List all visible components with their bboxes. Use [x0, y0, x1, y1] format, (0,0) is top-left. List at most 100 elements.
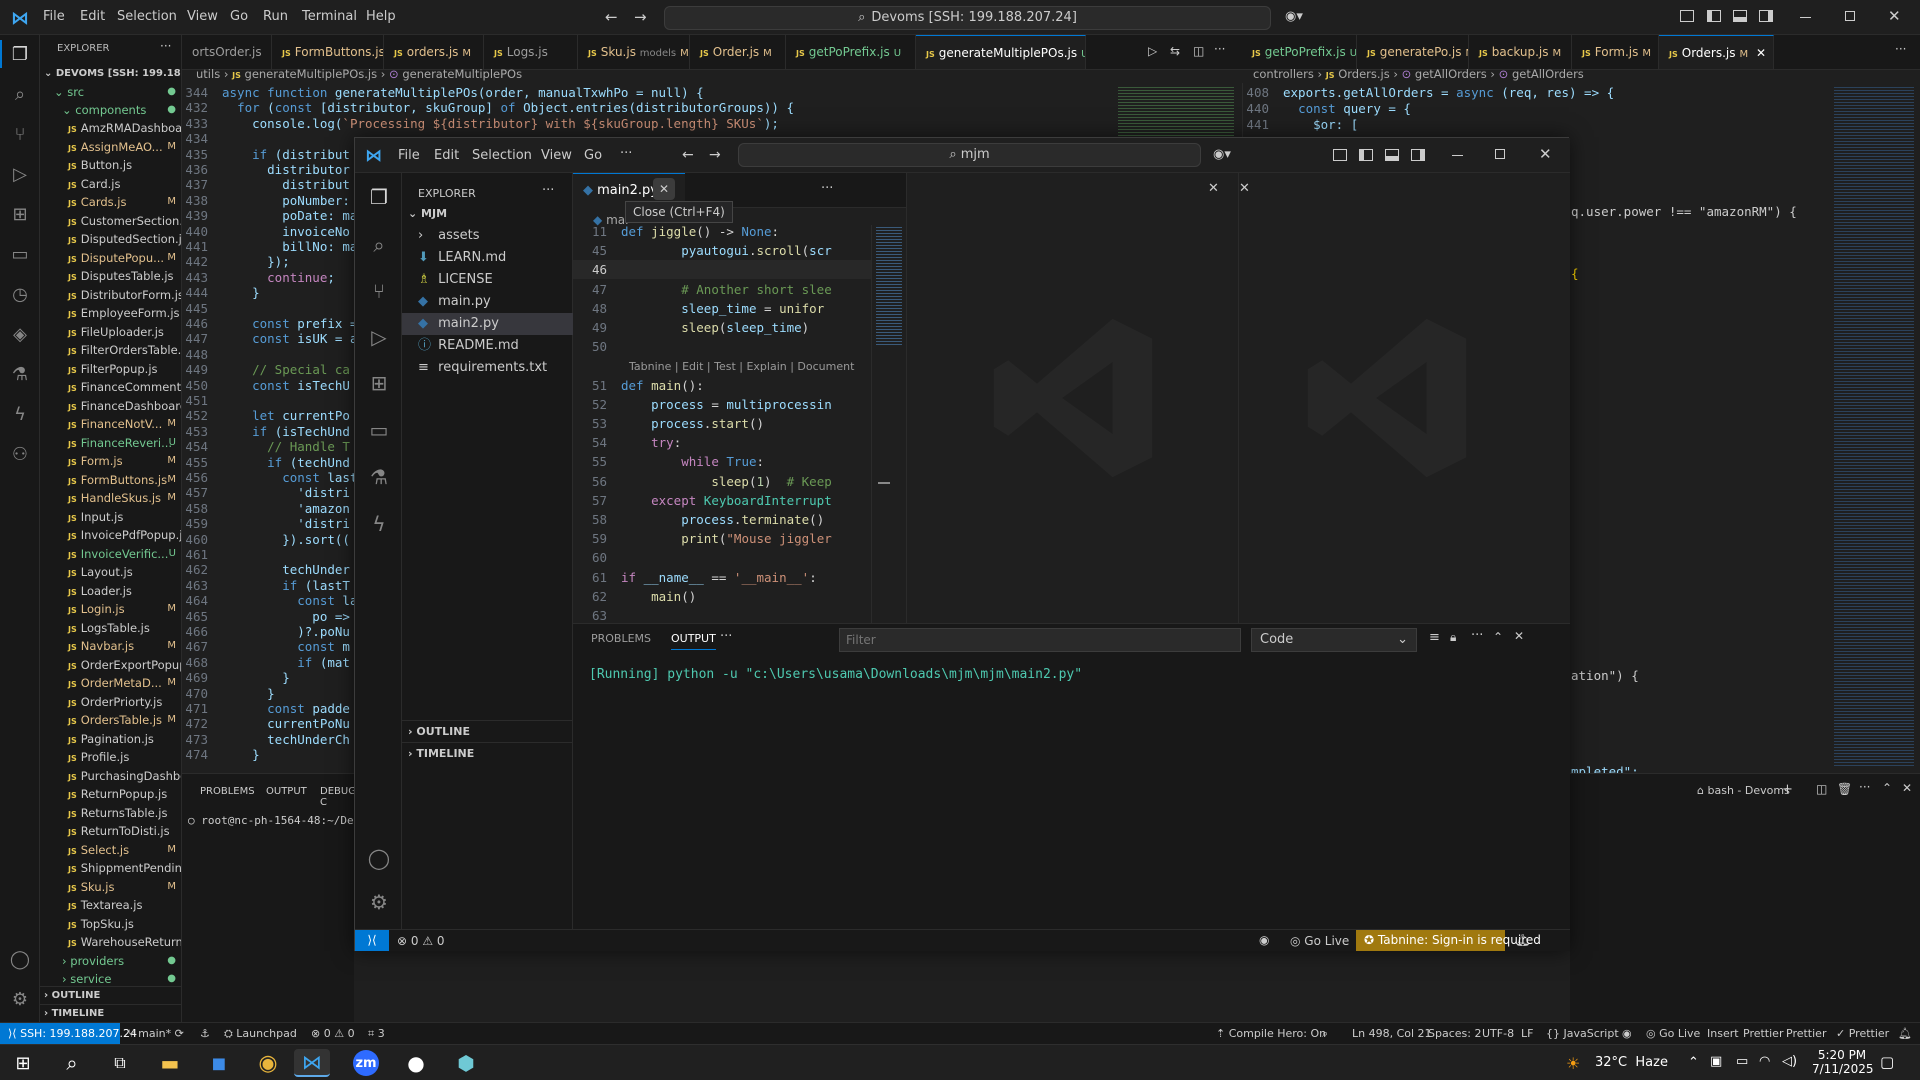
close-window-icon[interactable]: ✕ — [1888, 7, 1901, 25]
toggle-secondary-sidebar-icon[interactable] — [1759, 10, 1773, 22]
menu-selection[interactable]: Selection — [472, 148, 532, 163]
customize-layout-icon[interactable] — [1333, 149, 1347, 161]
editor-tab[interactable]: JS orders.js M — [384, 35, 484, 69]
menu-file[interactable]: File — [398, 148, 420, 163]
remote-explorer-icon[interactable]: ▭ — [365, 416, 393, 444]
more-actions-icon[interactable]: ··· — [1895, 42, 1906, 56]
editor-tab[interactable]: JS getPoPrefix.js U — [786, 35, 916, 69]
close-group-icon[interactable]: ✕ — [1208, 181, 1219, 196]
sidebar-file-item[interactable]: JS Layout.js — [40, 563, 181, 581]
maximize-icon[interactable] — [1495, 149, 1505, 159]
panel-tab-debug[interactable]: DEBUG C — [320, 786, 356, 808]
go-live[interactable]: ◎ Go Live — [1646, 1027, 1700, 1040]
sidebar-file-item[interactable]: JS InvoicePdfPopup.js — [40, 526, 181, 544]
menu-terminal[interactable]: Terminal — [302, 9, 357, 24]
sidebar-file-item[interactable]: JS InvoiceVerific... U — [40, 545, 181, 563]
sidebar-file-item[interactable]: JSShippmentPending... — [40, 859, 181, 877]
problems-count[interactable]: ⊗ 0 ⚠ 0 — [311, 1027, 355, 1040]
zoom-app-icon[interactable]: zm — [348, 1049, 384, 1077]
tray-app-icon[interactable]: ▣ — [1710, 1054, 1722, 1069]
menu-go[interactable]: Go — [584, 148, 602, 163]
encoding[interactable]: UTF-8 — [1482, 1027, 1514, 1040]
tabnine-status[interactable]: ✪ Tabnine: Sign-in is required — [1356, 930, 1541, 951]
sidebar-file-item[interactable]: JS Select.js M — [40, 841, 181, 859]
sidebar-file-item[interactable]: JS OrderMetaD... M — [40, 674, 181, 692]
sidebar-file-item[interactable]: JS ReturnToDisti.js — [40, 822, 181, 840]
sidebar-file-item[interactable]: JSOrderExportPopup.js — [40, 656, 181, 674]
notification-center-icon[interactable]: ▢ — [1880, 1053, 1894, 1071]
close-panel-icon[interactable]: ✕ — [1902, 781, 1912, 795]
prettier-3[interactable]: ✓ Prettier — [1836, 1027, 1889, 1040]
sidebar-file-item[interactable]: JS Pagination.js — [40, 730, 181, 748]
menu-go[interactable]: Go — [230, 9, 248, 24]
python-icon[interactable]: ⚇ — [6, 440, 34, 468]
go-live[interactable]: ◎ Go Live — [1290, 934, 1349, 948]
explorer-item[interactable]: ≡ requirements.txt — [402, 357, 573, 379]
settings-gear-icon[interactable]: ⚙ — [6, 985, 34, 1013]
new-terminal-icon[interactable]: + — [1782, 782, 1793, 797]
panel-tab-problems[interactable]: PROBLEMS — [200, 786, 255, 797]
sidebar-file-item[interactable]: JSFinanceDashboard.js — [40, 397, 181, 415]
sidebar-file-item[interactable]: JS Form.js M — [40, 452, 181, 470]
command-center[interactable]: ⌕ Devoms [SSH: 199.188.207.24] — [664, 6, 1271, 30]
battery-icon[interactable]: ▭ — [1736, 1054, 1748, 1069]
outline-section[interactable]: › OUTLINE — [40, 986, 181, 1004]
workspace-root[interactable]: ⌄ DEVOMS [SSH: 199.188.20... — [40, 65, 181, 83]
sidebar-file-item[interactable]: JS FinanceNotV... M — [40, 415, 181, 433]
testing-icon[interactable]: ⚗ — [365, 463, 393, 491]
thunder-client-icon[interactable]: ϟ — [365, 510, 393, 538]
close-tab-icon[interactable]: ✕ — [1756, 46, 1766, 60]
lock-scroll-icon[interactable]: 🔒︎ — [1450, 630, 1456, 645]
compile-hero[interactable]: ⇡ Compile Hero: On — [1216, 1027, 1326, 1040]
toggle-secondary-sidebar-icon[interactable] — [1411, 149, 1425, 161]
sidebar-file-item[interactable]: JS Button.js — [40, 156, 181, 174]
cursor-position[interactable]: Ln 498, Col 21 — [1352, 1027, 1432, 1040]
run-icon[interactable]: ▷ — [1148, 44, 1157, 58]
toggle-sidebar-icon[interactable] — [1707, 10, 1721, 22]
more-actions-icon[interactable]: ··· — [542, 183, 554, 198]
account-icon[interactable]: ◯ — [365, 844, 393, 872]
folder-src[interactable]: ⌄ src ● — [40, 83, 181, 101]
vscode-taskbar-icon[interactable]: ⋈ — [294, 1049, 330, 1077]
sidebar-file-item[interactable]: JS EmployeeForm.js — [40, 304, 181, 322]
copilot-status-icon[interactable]: ◉ — [1622, 1027, 1632, 1040]
eol[interactable]: LF — [1521, 1027, 1533, 1040]
forward-arrow-icon[interactable]: → — [634, 8, 647, 26]
right-minimap[interactable] — [1828, 83, 1920, 769]
sidebar-file-item[interactable]: JS HandleSkus.js M — [40, 489, 181, 507]
panel-tab-output[interactable]: OUTPUT — [266, 786, 307, 797]
panel-tab-problems[interactable]: PROBLEMS — [591, 632, 651, 645]
output-filter-input[interactable] — [839, 628, 1241, 652]
sidebar-file-item[interactable]: JS Profile.js — [40, 748, 181, 766]
source-control-icon[interactable]: ⑂ — [365, 277, 393, 305]
terminal-prompt[interactable]: ○ root@nc-ph-1564-48:~/Devon — [188, 814, 373, 827]
branch-indicator[interactable]: ⑂ main* ⟳ — [128, 1027, 184, 1040]
problems-count[interactable]: ⊗ 0 ⚠ 0 — [397, 934, 445, 948]
editor-tab[interactable]: JS Logs.js — [484, 35, 578, 69]
sidebar-file-item[interactable]: JS ReturnsTable.js — [40, 804, 181, 822]
editor-tab[interactable]: JS getPoPrefix.js U — [1242, 35, 1357, 69]
outline-section[interactable]: › OUTLINE — [402, 720, 573, 742]
sidebar-file-item[interactable]: JS Input.js — [40, 508, 181, 526]
ports-count[interactable]: ⌗ 3 — [368, 1027, 385, 1041]
store-icon[interactable]: ◼ — [201, 1049, 237, 1077]
editor-tab[interactable]: JS backup.js M — [1469, 35, 1572, 69]
split-editor-icon[interactable]: ◫ — [1193, 44, 1204, 58]
explorer-item[interactable]: › assets — [402, 225, 573, 247]
zoom-icon[interactable]: ⌕ — [1322, 1027, 1328, 1041]
maximize-panel-icon[interactable]: ⌃ — [1493, 630, 1503, 644]
sidebar-file-item[interactable]: JS FinanceReveri... U — [40, 434, 181, 452]
editor-tab[interactable]: JS Sku.js models M — [578, 35, 690, 69]
sidebar-file-item[interactable]: JS AssignMeAO... M — [40, 138, 181, 156]
prettier-2[interactable]: Prettier — [1786, 1027, 1826, 1040]
publish-icon[interactable]: ⚓ — [200, 1027, 210, 1040]
settings-gear-icon[interactable]: ⚙ — [365, 888, 393, 916]
editor-tab[interactable]: ortsOrder.js — [182, 35, 272, 69]
copilot-status-icon[interactable]: ◉ — [1259, 933, 1269, 947]
sidebar-file-item[interactable]: JS TopSku.js — [40, 915, 181, 933]
show-hidden-icons-icon[interactable]: ⌃ — [1688, 1055, 1699, 1070]
sidebar-file-item[interactable]: JS Navbar.js M — [40, 637, 181, 655]
sidebar-file-item[interactable]: JS CustomerSection.js — [40, 212, 181, 230]
front-editor[interactable]: ◆ main2.py ✕ ··· ◆ mai Close (Ctrl+F4) 1… — [573, 173, 906, 623]
editor-tab[interactable]: JSgenerateMultiplePOs.jsU ✕ — [916, 35, 1086, 69]
